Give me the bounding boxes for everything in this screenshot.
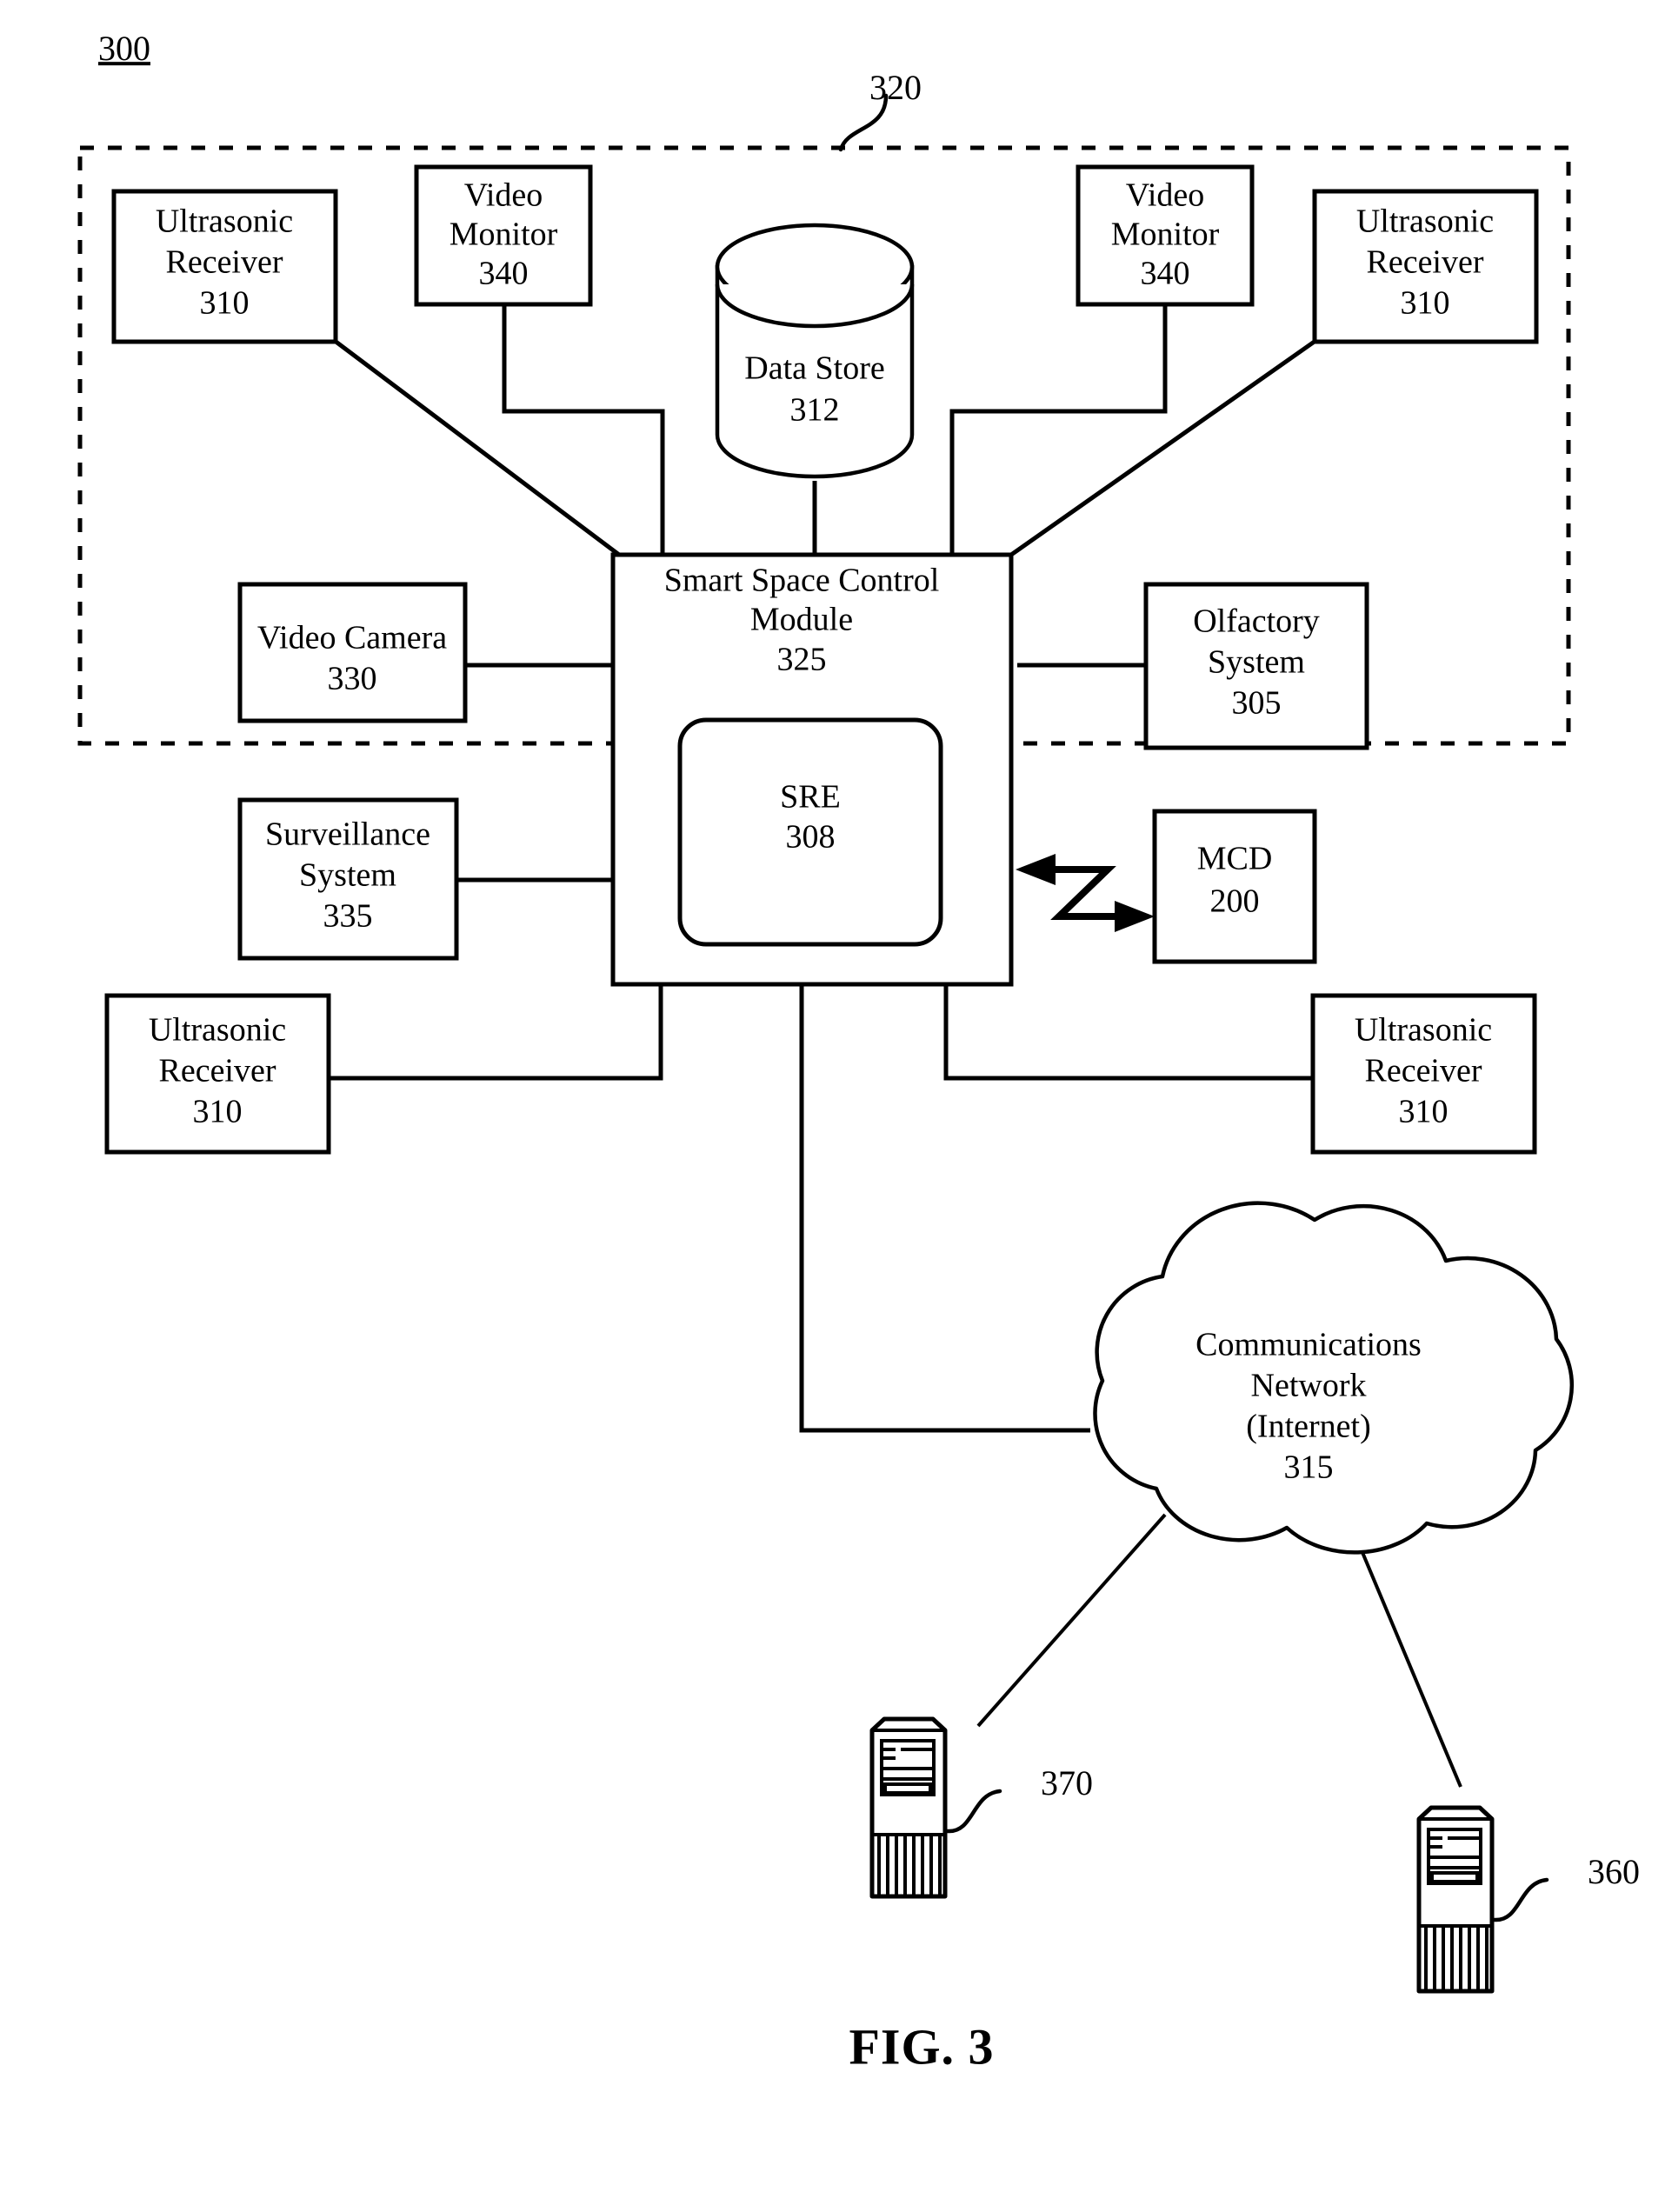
ultrasonic-br-line2: Receiver — [1364, 1053, 1482, 1089]
video-monitor-left-line1: Video — [464, 177, 543, 214]
network-ref: 315 — [1284, 1449, 1334, 1486]
server-370-ref-label: 370 — [1041, 1763, 1093, 1802]
video-camera-ref: 330 — [328, 661, 377, 697]
ultrasonic-br-ref: 310 — [1399, 1094, 1449, 1130]
olfactory-ref: 305 — [1232, 685, 1282, 722]
link-cloud-server-370 — [976, 1513, 1167, 1728]
mcd-label: MCD — [1197, 841, 1273, 877]
ultrasonic-tr-ref: 310 — [1401, 285, 1450, 322]
ultrasonic-bl-ref: 310 — [193, 1094, 243, 1130]
surveillance-ref: 335 — [323, 898, 373, 935]
video-monitor-right-line2: Monitor — [1111, 217, 1220, 253]
olfactory-line1: Olfactory — [1193, 603, 1320, 640]
link-ultrasonic-bl — [329, 984, 663, 1081]
link-ultrasonic-tl — [333, 339, 621, 556]
control-module-ref: 325 — [777, 642, 827, 678]
patent-figure-3: 300 320 Ultrasonic Receiver 310 Video Mo… — [0, 0, 1665, 2212]
ultrasonic-tl-line2: Receiver — [165, 244, 283, 281]
ultrasonic-br-line1: Ultrasonic — [1355, 1012, 1492, 1049]
sre-label: SRE — [780, 779, 841, 816]
surveillance-line2: System — [299, 857, 396, 894]
video-camera-label: Video Camera — [257, 620, 447, 656]
network-line1: Communications — [1195, 1327, 1422, 1363]
ultrasonic-tr-line1: Ultrasonic — [1356, 203, 1494, 240]
network-line3: (Internet) — [1246, 1409, 1370, 1445]
olfactory-line2: System — [1208, 644, 1305, 681]
ultrasonic-bl-line1: Ultrasonic — [149, 1012, 286, 1049]
mcd-ref: 200 — [1210, 883, 1260, 920]
control-module-line2: Module — [750, 602, 853, 638]
video-monitor-right-line1: Video — [1126, 177, 1205, 214]
enclosure-ref-label: 320 — [869, 68, 922, 107]
server-icon-360[interactable] — [1416, 1805, 1549, 1994]
control-module-line1: Smart Space Control — [664, 563, 940, 599]
server-360-ref-label: 360 — [1588, 1852, 1640, 1891]
figure-canvas: 300 320 Ultrasonic Receiver 310 Video Mo… — [77, 29, 1640, 2075]
ultrasonic-tr-line2: Receiver — [1366, 244, 1483, 281]
server-icon-370[interactable] — [869, 1716, 1002, 1899]
data-store-label: Data Store — [744, 350, 884, 387]
video-monitor-left-line2: Monitor — [450, 217, 558, 253]
video-monitor-left-ref: 340 — [479, 256, 529, 292]
mcd-wireless-link-arrow — [1016, 854, 1155, 932]
link-video-monitor-left — [502, 304, 665, 555]
link-video-monitor-right — [949, 304, 1168, 555]
data-store-ref: 312 — [790, 392, 840, 429]
ultrasonic-tl-ref: 310 — [200, 285, 250, 322]
video-monitor-right-ref: 340 — [1141, 256, 1190, 292]
figure-number: 300 — [98, 29, 150, 68]
link-ultrasonic-br — [943, 984, 1313, 1081]
figure-caption: FIG. 3 — [849, 2018, 994, 2075]
ultrasonic-bl-line2: Receiver — [158, 1053, 276, 1089]
surveillance-line1: Surveillance — [265, 816, 430, 853]
ultrasonic-tl-line1: Ultrasonic — [156, 203, 293, 240]
sre-ref: 308 — [786, 819, 836, 856]
link-cloud-server-360 — [1349, 1522, 1462, 1788]
network-line2: Network — [1251, 1368, 1367, 1404]
